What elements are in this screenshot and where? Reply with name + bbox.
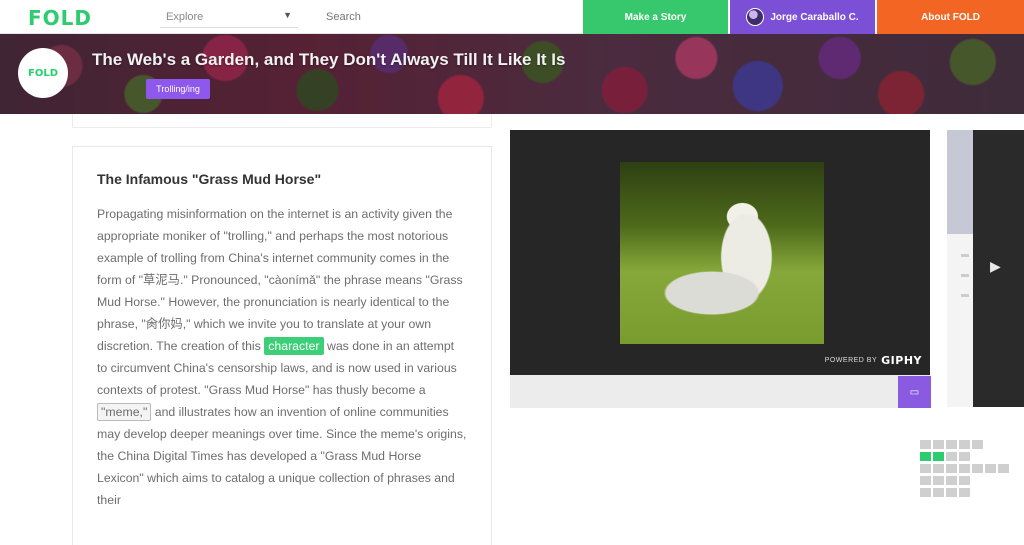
banner-logo[interactable]: FOLD <box>18 48 68 98</box>
expand-icon[interactable]: ▭ <box>898 376 931 408</box>
story-map-row <box>920 488 1009 497</box>
giphy-credit-prefix: POWERED BY <box>824 357 878 364</box>
make-story-button[interactable]: Make a Story <box>583 0 728 34</box>
story-map-cell[interactable] <box>920 464 931 473</box>
story-tag[interactable]: Trolling/ing <box>146 79 210 99</box>
story-map-cell[interactable] <box>946 488 957 497</box>
next-card-preview[interactable] <box>947 130 973 407</box>
article-card: The Infamous "Grass Mud Horse" Propagati… <box>72 146 492 545</box>
gif-card-footer <box>510 375 930 408</box>
banner-shade <box>0 34 1024 114</box>
chevron-right-icon[interactable]: ▶ <box>990 258 1001 275</box>
story-map-cell[interactable] <box>959 452 970 461</box>
story-map-cell[interactable] <box>972 440 983 449</box>
story-map-cell[interactable] <box>933 488 944 497</box>
giphy-logo: GIPHY <box>881 354 922 367</box>
explore-label: Explore <box>166 11 204 23</box>
paragraph-part-3: and illustrates how an invention of onli… <box>97 405 467 507</box>
story-map-cell[interactable] <box>920 440 931 449</box>
context-link-meme[interactable]: "meme," <box>97 403 152 421</box>
preview-line <box>961 254 969 257</box>
search-input[interactable] <box>320 6 560 28</box>
fold-logo[interactable]: FOLD <box>28 6 92 30</box>
story-map-cell[interactable] <box>933 440 944 449</box>
story-title: The Web's a Garden, and They Don't Alway… <box>92 50 566 69</box>
alpaca-gif[interactable] <box>620 162 824 344</box>
story-map-row <box>920 476 1009 485</box>
story-map-cell[interactable] <box>920 476 931 485</box>
story-map-row <box>920 452 1009 461</box>
story-map-cell[interactable] <box>946 464 957 473</box>
next-card-thumbnail <box>947 130 973 234</box>
story-map-cell[interactable] <box>933 464 944 473</box>
story-map-cell[interactable] <box>959 476 970 485</box>
preview-line <box>961 294 969 297</box>
story-map-cell[interactable] <box>946 476 957 485</box>
context-link-character[interactable]: character <box>264 337 324 355</box>
story-map-cell-current[interactable] <box>933 452 944 461</box>
caret-down-icon: ▼ <box>283 10 292 20</box>
story-map-cell[interactable] <box>998 464 1009 473</box>
card-body: Propagating misinformation on the intern… <box>97 203 467 511</box>
user-menu-button[interactable]: Jorge Caraballo C. <box>730 0 875 34</box>
story-map-cell[interactable] <box>959 440 970 449</box>
story-map-cell[interactable] <box>920 488 931 497</box>
gif-card[interactable]: POWERED BY GIPHY <box>510 130 930 375</box>
giphy-credit: POWERED BY GIPHY <box>825 354 922 367</box>
previous-card-edge <box>72 114 492 128</box>
story-map-cell[interactable] <box>946 452 957 461</box>
story-map-cell[interactable] <box>933 476 944 485</box>
user-name: Jorge Caraballo C. <box>770 11 859 23</box>
story-map-cell[interactable] <box>959 464 970 473</box>
story-map-cell[interactable] <box>959 488 970 497</box>
story-map-grid <box>920 440 1009 500</box>
story-map-cell[interactable] <box>972 464 983 473</box>
avatar <box>746 8 765 26</box>
story-map-cell[interactable] <box>946 440 957 449</box>
story-map-cell-current[interactable] <box>920 452 931 461</box>
story-map-cell[interactable] <box>985 464 996 473</box>
explore-dropdown[interactable]: Explore ▼ <box>160 6 298 28</box>
top-nav: FOLD Explore ▼ Make a Story Jorge Caraba… <box>0 0 1024 34</box>
story-banner: FOLD The Web's a Garden, and They Don't … <box>0 34 1024 114</box>
preview-line <box>961 274 969 277</box>
about-fold-button[interactable]: About FOLD <box>877 0 1024 34</box>
paragraph-part-1: Propagating misinformation on the intern… <box>97 207 463 353</box>
card-heading: The Infamous "Grass Mud Horse" <box>97 171 322 187</box>
page: FOLD Explore ▼ Make a Story Jorge Caraba… <box>0 0 1024 545</box>
story-map-row <box>920 440 1009 449</box>
story-map-row <box>920 464 1009 473</box>
